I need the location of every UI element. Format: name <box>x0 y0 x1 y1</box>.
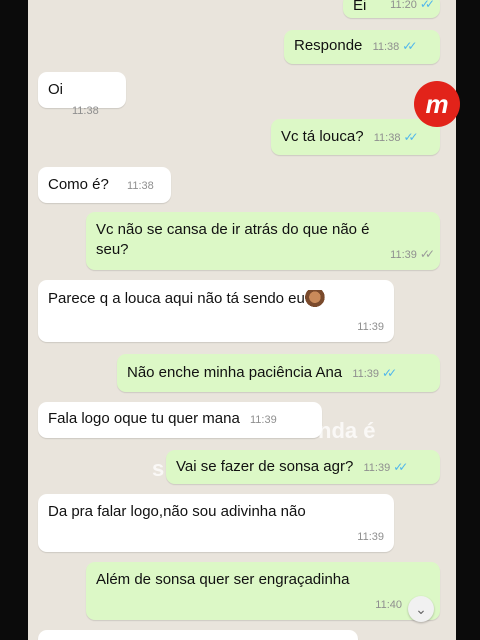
double-check-icon: ✓✓ <box>393 460 408 474</box>
message-time: 11:38 <box>373 132 401 144</box>
message-text: Oi <box>48 81 63 98</box>
double-check-icon: ✓✓ <box>402 39 417 53</box>
message-text: Vc não se cansa de ir atrás do que não é… <box>96 221 370 258</box>
message-time: 11:38 <box>127 180 154 192</box>
message-bubble-outgoing[interactable]: Responde 11:38 ✓✓ <box>284 30 440 64</box>
message-bubble-outgoing[interactable]: Vc não se cansa de ir atrás do que não é… <box>86 212 440 270</box>
message-bubble-incoming[interactable]: Como é? 11:38 <box>38 167 171 203</box>
message-text: Ei <box>353 0 367 14</box>
watermark-text: s <box>152 456 165 481</box>
message-time: 11:39 <box>357 321 384 333</box>
message-time: 11:38 <box>372 41 400 53</box>
message-text: Vc tá louca? <box>281 128 364 145</box>
message-text: Além de sonsa quer ser engraçadinha <box>96 571 350 588</box>
woman-tipping-hand-emoji <box>304 290 327 309</box>
message-bubble-incoming[interactable]: Da pra falar logo,não sou adivinha não 1… <box>38 494 394 552</box>
message-text: Não enche minha paciência Ana <box>127 364 343 381</box>
double-check-icon: ✓✓ <box>419 0 435 11</box>
message-time: 11:40 <box>375 599 402 611</box>
message-time: 11:20 <box>390 0 417 11</box>
message-text: Responde <box>294 37 363 54</box>
chat-area: Ei 11:20 ✓✓ Responde 11:38 ✓✓ Oi 11:38 Vc … <box>28 0 456 640</box>
message-text: Da pra falar logo,não sou adivinha não <box>48 503 306 520</box>
app-logo: m <box>414 81 460 127</box>
message-text: Vai se fazer de sonsa agr? <box>176 458 354 475</box>
message-bubble-outgoing[interactable]: Ei 11:20 ✓✓ <box>343 0 440 18</box>
message-bubble-incoming[interactable]: Parece q a louca aqui não tá sendo eu 11… <box>38 280 394 342</box>
message-text: Como é? <box>48 176 109 193</box>
message-bubble-outgoing[interactable]: Vai se fazer de sonsa agr? 11:39 ✓✓ <box>166 450 440 484</box>
watermark-text: nda é <box>318 418 376 443</box>
message-text: Fala logo oque tu quer mana <box>48 410 240 427</box>
message-text: Parece q a louca aqui não tá sendo eu <box>48 290 305 307</box>
message-time: 11:39 <box>249 414 277 426</box>
chevron-down-icon[interactable]: ⌄ <box>408 596 434 622</box>
message-time: 11:39 <box>357 531 384 543</box>
message-bubble-outgoing[interactable]: Além de sonsa quer ser engraçadinha 11:4… <box>86 562 440 620</box>
double-check-icon: ✓✓ <box>382 366 397 380</box>
message-time: 11:38 <box>72 105 99 117</box>
message-time: 11:39 <box>390 249 417 261</box>
message-bubble-outgoing[interactable]: Vc tá louca? 11:38 ✓✓ <box>271 119 440 155</box>
double-check-icon: ✓✓ <box>419 247 435 261</box>
double-check-icon: ✓✓ <box>403 130 418 144</box>
message-bubble-incoming[interactable]: Oi 11:38 <box>38 72 126 117</box>
message-bubble-incoming[interactable]: Fala logo oque tu quer mana 11:39 <box>38 402 322 438</box>
message-time: 11:39 <box>352 368 380 380</box>
message-bubble-outgoing[interactable]: Não enche minha paciência Ana 11:39 ✓✓ <box>117 354 440 392</box>
message-bubble-incoming[interactable] <box>38 630 358 640</box>
message-time: 11:39 <box>363 462 391 474</box>
